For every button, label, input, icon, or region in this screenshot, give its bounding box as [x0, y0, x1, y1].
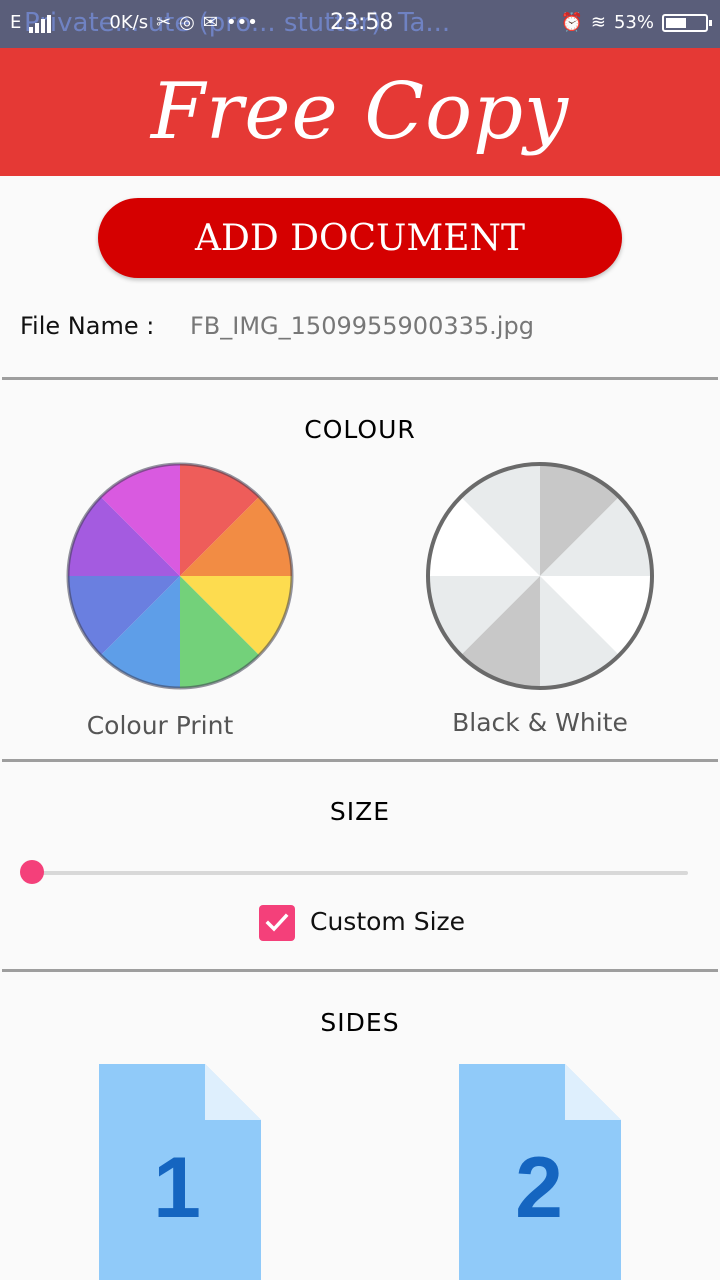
signal-icon — [29, 13, 52, 33]
mail-icon: ✉ — [202, 12, 218, 33]
add-document-button[interactable]: ADD DOCUMENT — [98, 198, 622, 278]
two-sided-document-icon[interactable]: 2 — [459, 1064, 621, 1280]
chrome-icon: ◎ — [179, 12, 195, 33]
file-name-value: FB_IMG_1509955900335.jpg — [190, 312, 534, 340]
carrier-label: E — [10, 12, 22, 33]
file-name-label: File Name : — [20, 312, 155, 340]
network-speed: 0K/s — [109, 12, 149, 33]
app-title: Free Copy — [150, 67, 570, 157]
sides-section-title: SIDES — [320, 1008, 400, 1037]
size-slider-track[interactable] — [30, 871, 688, 875]
one-sided-document-icon[interactable]: 1 — [99, 1064, 261, 1280]
clock: 23:58 — [330, 10, 394, 35]
wifi-icon: ≋ — [590, 12, 606, 33]
color-wheel-icon[interactable] — [66, 462, 294, 690]
colour-section-title: COLOUR — [304, 415, 416, 444]
app-header: Free Copy — [0, 48, 720, 176]
status-bar: Private... ute (pro... stutter). Ta... E… — [0, 0, 720, 48]
tools-icon: ✂ — [156, 12, 172, 33]
custom-size-label[interactable]: Custom Size — [310, 907, 465, 936]
battery-percent: 53% — [613, 12, 654, 33]
custom-size-checkbox[interactable] — [259, 905, 295, 941]
divider — [2, 377, 718, 380]
alarm-icon: ⏰ — [560, 12, 583, 33]
size-section-title: SIZE — [329, 797, 391, 826]
side-two-number: 2 — [515, 1140, 563, 1236]
battery-icon — [662, 13, 712, 32]
side-one-number: 1 — [153, 1140, 201, 1236]
colour-print-label[interactable]: Colour Print — [60, 711, 260, 740]
size-slider-thumb[interactable] — [20, 860, 44, 884]
divider — [2, 969, 718, 972]
black-white-label[interactable]: Black & White — [430, 708, 650, 737]
divider — [2, 759, 718, 762]
more-icon: ••• — [225, 12, 258, 33]
grayscale-wheel-icon[interactable] — [426, 462, 654, 690]
checkmark-icon — [265, 913, 289, 932]
